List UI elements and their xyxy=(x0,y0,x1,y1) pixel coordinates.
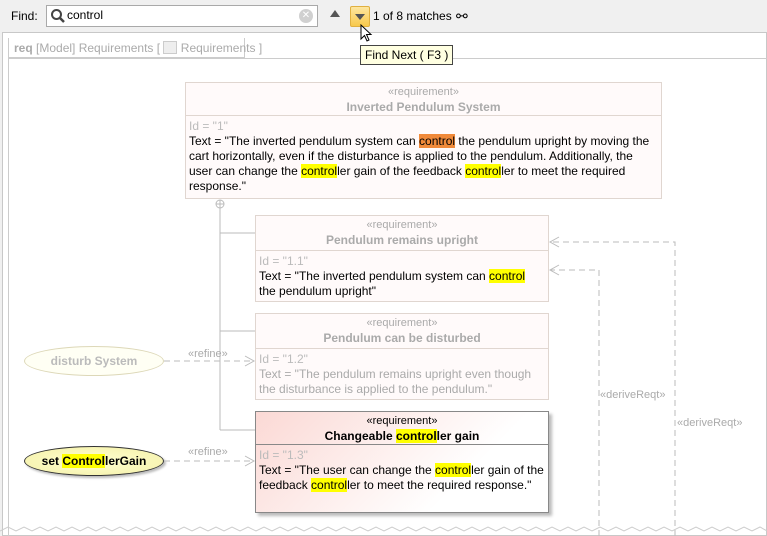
requirement-name: Inverted Pendulum System xyxy=(346,100,501,114)
requirement-name: Changeable controller gain xyxy=(256,429,548,443)
use-case-disturb-system[interactable]: disturb System xyxy=(24,346,164,376)
text-segment: ler gain of the feedback xyxy=(337,164,466,178)
text-segment: ler gain xyxy=(436,429,480,443)
requirement-name: Pendulum can be disturbed xyxy=(323,331,481,345)
search-match-highlight: control xyxy=(311,478,348,492)
requirement-text: Text = "The inverted pendulum system can… xyxy=(259,269,545,299)
refine-label: «refine» xyxy=(188,348,228,360)
requirement-pendulum-remains-upright[interactable]: «requirement» Pendulum remains upright Id… xyxy=(255,215,549,302)
search-match-highlight: control xyxy=(419,134,456,148)
requirement-inverted-pendulum-system[interactable]: «requirement» Inverted Pendulum System Id… xyxy=(185,82,662,199)
requirement-id: Id = "1.2" xyxy=(259,352,308,366)
text-segment: Changeable xyxy=(324,429,396,443)
derive-label: «deriveReqt» xyxy=(677,417,743,429)
requirement-pendulum-can-be-disturbed[interactable]: «requirement» Pendulum can be disturbed I… xyxy=(255,313,549,400)
text-segment: set xyxy=(41,454,63,468)
search-match-highlight: control xyxy=(301,164,338,178)
search-match-highlight: control xyxy=(465,164,502,178)
stereotype: «requirement» xyxy=(388,86,459,98)
requirement-text: Text = "The inverted pendulum system can… xyxy=(189,134,658,194)
text-segment: Text = "The inverted pendulum system can xyxy=(259,269,490,283)
search-match-highlight: control xyxy=(435,463,472,477)
text-segment: Text = "The pendulum remains upright eve… xyxy=(259,367,532,396)
text-segment: lerGain xyxy=(104,454,147,468)
text-segment: Text = "The inverted pendulum system can xyxy=(189,134,420,148)
text-segment: ler to meet the required response." xyxy=(347,478,532,492)
requirement-text: Text = "The user can change the controll… xyxy=(259,463,545,493)
requirement-changeable-controller-gain[interactable]: «requirement» Changeable controller gain … xyxy=(255,411,549,513)
search-match-highlight: Control xyxy=(62,454,105,468)
requirement-id: Id = "1.3" xyxy=(259,448,308,462)
find-next-tooltip: Find Next ( F3 ) xyxy=(360,45,454,65)
text-segment: Text = "The user can change the xyxy=(259,463,436,477)
requirement-name: Pendulum remains upright xyxy=(325,233,478,247)
stereotype: «requirement» xyxy=(366,317,438,329)
text-segment: the pendulum upright" xyxy=(259,284,377,298)
requirement-id: Id = "1" xyxy=(189,119,228,133)
stereotype: «requirement» xyxy=(366,219,438,231)
requirement-text: Text = "The pendulum remains upright eve… xyxy=(259,367,545,397)
search-match-highlight: control xyxy=(396,429,437,443)
refine-label: «refine» xyxy=(188,446,228,458)
canvas-cutoff-edge xyxy=(0,526,767,532)
derive-label: «deriveReqt» xyxy=(600,389,666,401)
stereotype: «requirement» xyxy=(366,415,438,427)
mouse-cursor-icon xyxy=(360,24,373,42)
use-case-set-controller-gain[interactable]: set ControllerGain xyxy=(24,446,164,476)
requirement-id: Id = "1.1" xyxy=(259,254,308,268)
search-match-highlight: control xyxy=(489,269,526,283)
